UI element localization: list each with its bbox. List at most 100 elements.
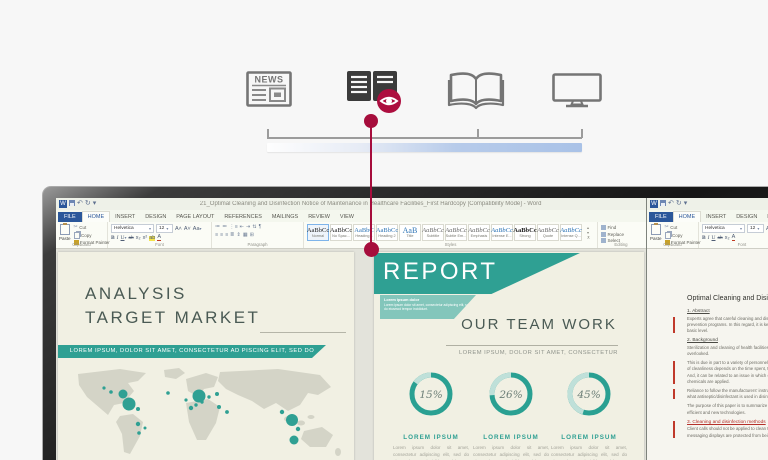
document-anchor-dot xyxy=(364,242,379,257)
superscript-button[interactable]: x² xyxy=(143,235,148,241)
redo-icon[interactable]: ↻ xyxy=(676,200,682,208)
donut-chart-26: 26% xyxy=(487,370,535,418)
copy-button[interactable]: Copy xyxy=(665,232,701,239)
styles-scroll[interactable]: ▴▾⊼ xyxy=(586,224,591,241)
tab-mailings[interactable]: MAILINGS xyxy=(267,212,303,222)
style-intense-emphasis[interactable]: AaBbCcIntense E... xyxy=(491,224,513,241)
slider-gradient-bar[interactable] xyxy=(267,143,582,152)
styles-group-label: Styles xyxy=(304,242,597,247)
font-name-select[interactable]: Helvetica▾ xyxy=(702,224,745,233)
pilcrow-icon[interactable]: ¶ xyxy=(259,224,262,230)
connector-line xyxy=(370,121,372,250)
qat-dropdown-icon[interactable]: ▾ xyxy=(93,200,97,208)
cut-button[interactable]: ✂Cut xyxy=(74,225,110,230)
underline-button[interactable]: U▾ xyxy=(121,235,127,241)
style-heading2[interactable]: AaBbCcHeading 2 xyxy=(376,224,398,241)
tab-references[interactable]: REFERENCES xyxy=(219,212,267,222)
qat-dropdown-icon[interactable]: ▾ xyxy=(684,200,688,208)
tab-insert[interactable]: INSERT xyxy=(701,212,731,222)
undo-icon[interactable]: ↶ xyxy=(77,200,83,208)
style-normal[interactable]: AaBbCcNormal xyxy=(307,224,329,241)
redo-icon[interactable]: ↻ xyxy=(85,200,91,208)
slider-track-line xyxy=(267,137,582,139)
justify-icon[interactable]: ≣ xyxy=(230,232,234,238)
donut-column: 26% LOREM IPSUM Lorem ipsum dolor sit am… xyxy=(473,370,549,460)
change-case-icon[interactable]: Aa▾ xyxy=(193,226,202,232)
tab-view[interactable]: VIEW xyxy=(335,212,359,222)
find-button[interactable]: Find xyxy=(601,225,624,230)
save-icon[interactable] xyxy=(660,200,666,206)
tab-page-layout[interactable]: PAGE LAYOUT xyxy=(762,212,768,222)
underline-button[interactable]: U xyxy=(712,235,716,241)
multilevel-list-icon[interactable]: ⋮≡ xyxy=(229,224,237,230)
editing-group-label: Editing xyxy=(598,242,644,247)
clipboard-group-label: Clipboard xyxy=(647,242,698,247)
font-color-button[interactable]: A xyxy=(157,235,161,241)
font-name-select[interactable]: Helvetica▾ xyxy=(111,224,154,233)
svg-text:NEWS: NEWS xyxy=(255,75,284,85)
italic-button[interactable]: I xyxy=(117,235,119,241)
section-heading: 2. Background xyxy=(687,338,768,343)
tab-home[interactable]: HOME xyxy=(673,211,702,222)
cut-button[interactable]: ✂Cut xyxy=(665,225,701,230)
increase-indent-icon[interactable]: ⇥ xyxy=(246,224,250,230)
font-color-button[interactable]: A xyxy=(732,235,736,241)
tab-file[interactable]: FILE xyxy=(649,212,673,222)
style-no-spacing[interactable]: AaBbCcNo Spac... xyxy=(330,224,352,241)
ribbon: Paste ✂Cut Copy Format Painter Clipboard xyxy=(56,222,646,249)
tab-home[interactable]: HOME xyxy=(82,211,111,222)
donut-chart-15: 15% xyxy=(407,370,455,418)
style-strong[interactable]: AaBbCcStrong xyxy=(514,224,536,241)
subscript-button[interactable]: x₂ xyxy=(725,235,730,241)
mode-news[interactable]: NEWS xyxy=(246,71,292,112)
numbering-icon[interactable]: ≕ xyxy=(222,224,227,230)
slider-tick xyxy=(581,129,583,138)
font-size-select[interactable]: 12▾ xyxy=(156,224,173,233)
shrink-font-icon[interactable]: A˅ xyxy=(184,226,191,232)
strikethrough-button[interactable]: ab xyxy=(129,235,134,241)
mode-book[interactable] xyxy=(447,70,505,115)
italic-button[interactable]: I xyxy=(708,235,710,241)
highlight-color-button[interactable]: ab xyxy=(149,236,155,241)
paragraph-group: ≔ ≕ ⋮≡ ⇤ ⇥ ⇅ ¶ ≡ ≡ ≡ xyxy=(212,222,304,248)
save-icon[interactable] xyxy=(69,200,75,206)
tab-design[interactable]: DESIGN xyxy=(140,212,171,222)
tab-review[interactable]: REVIEW xyxy=(303,212,335,222)
borders-icon[interactable]: ⊞ xyxy=(250,232,254,238)
tab-design[interactable]: DESIGN xyxy=(731,212,762,222)
style-subtle-emphasis[interactable]: AaBbCcSubtle Em... xyxy=(445,224,467,241)
style-emphasis[interactable]: AaBbCcEmphasis xyxy=(468,224,490,241)
mode-reader-selected[interactable] xyxy=(344,68,402,119)
font-size-select[interactable]: 12▾ xyxy=(747,224,764,233)
tab-file[interactable]: FILE xyxy=(58,212,82,222)
align-left-icon[interactable]: ≡ xyxy=(215,232,218,238)
bold-button[interactable]: B xyxy=(111,235,115,241)
sort-icon[interactable]: ⇅ xyxy=(252,224,256,230)
grow-font-icon[interactable]: A˄ xyxy=(175,226,182,232)
shading-icon[interactable]: ▦ xyxy=(243,232,248,238)
page-report: REPORT Lorem ipsum dolor Lorem ipsum dol… xyxy=(374,252,644,460)
strikethrough-button[interactable]: ab xyxy=(718,235,723,241)
paste-button[interactable]: Paste xyxy=(59,224,71,241)
decrease-indent-icon[interactable]: ⇤ xyxy=(240,224,244,230)
line-spacing-icon[interactable]: ⇕ xyxy=(236,232,240,238)
mode-monitor[interactable] xyxy=(552,73,602,113)
ribbon-tabs: FILE HOME INSERT DESIGN PAGE LAYOUT REFE… xyxy=(56,210,646,222)
bullets-icon[interactable]: ≔ xyxy=(215,224,220,230)
style-quote[interactable]: AaBbCcQuote xyxy=(537,224,559,241)
style-subtitle[interactable]: AaBbCcSubtitle xyxy=(422,224,444,241)
undo-icon[interactable]: ↶ xyxy=(668,200,674,208)
donut-column: 15% LOREM IPSUM Lorem ipsum dolor sit am… xyxy=(393,370,469,460)
subscript-button[interactable]: x₂ xyxy=(136,235,141,241)
align-center-icon[interactable]: ≡ xyxy=(220,232,223,238)
replace-button[interactable]: Replace xyxy=(601,232,624,237)
align-right-icon[interactable]: ≡ xyxy=(225,232,228,238)
copy-button[interactable]: Copy xyxy=(74,232,110,239)
monitor-icon xyxy=(552,73,602,108)
style-intense-quote[interactable]: AaBbCcIntense Q... xyxy=(560,224,582,241)
style-title[interactable]: AaBTitle xyxy=(399,224,421,241)
tab-page-layout[interactable]: PAGE LAYOUT xyxy=(171,212,219,222)
paste-button[interactable]: Paste xyxy=(650,224,662,241)
tab-insert[interactable]: INSERT xyxy=(110,212,140,222)
bold-button[interactable]: B xyxy=(702,235,706,241)
